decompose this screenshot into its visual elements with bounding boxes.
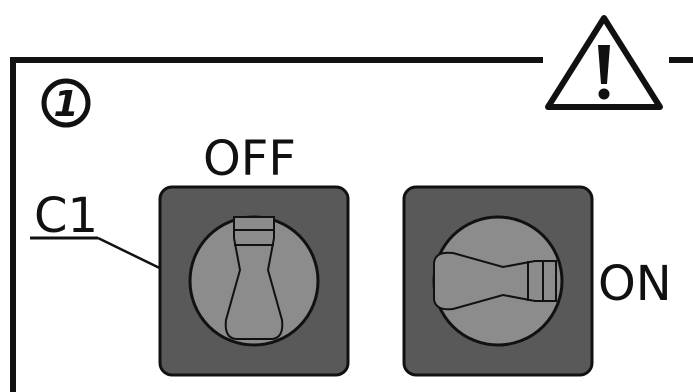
switch-diagram: 1 OFF C1 ON	[10, 15, 693, 392]
component-label: C1	[34, 188, 98, 244]
off-label: OFF	[203, 131, 296, 187]
diagram-canvas: 1 OFF C1 ON	[0, 0, 693, 392]
warning-triangle-icon	[545, 15, 663, 110]
on-label: ON	[598, 256, 672, 312]
step-number: 1	[53, 84, 78, 125]
switch-on[interactable]	[402, 185, 594, 377]
circled-number-icon: 1	[41, 78, 91, 128]
switch-off[interactable]	[158, 185, 350, 377]
